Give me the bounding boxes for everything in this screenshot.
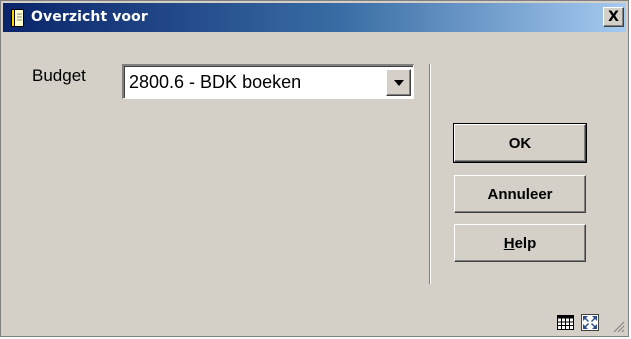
cancel-button-label: Annuleer	[487, 185, 553, 203]
resize-grip-icon[interactable]	[613, 321, 625, 333]
close-button[interactable]: X	[603, 7, 624, 27]
vertical-separator	[429, 64, 431, 284]
chevron-down-icon[interactable]	[386, 69, 411, 96]
table-icon[interactable]	[557, 315, 574, 330]
expand-icon[interactable]	[581, 314, 599, 331]
dialog-window: Overzicht voor X Budget 2800.6 - BDK boe…	[0, 0, 629, 337]
ok-button[interactable]: OK	[453, 123, 587, 163]
budget-select[interactable]: 2800.6 - BDK boeken	[122, 64, 414, 99]
budget-select-value: 2800.6 - BDK boeken	[129, 72, 302, 92]
help-button-label: Help	[503, 234, 537, 252]
budget-label: Budget	[32, 66, 86, 85]
close-icon: X	[608, 9, 619, 25]
ok-button-label: OK	[508, 134, 532, 152]
window-title: Overzicht voor	[31, 9, 148, 25]
cancel-button[interactable]: Annuleer	[454, 175, 586, 213]
document-icon	[11, 9, 24, 27]
help-button[interactable]: Help	[454, 224, 586, 262]
title-bar[interactable]: Overzicht voor X	[3, 3, 626, 32]
